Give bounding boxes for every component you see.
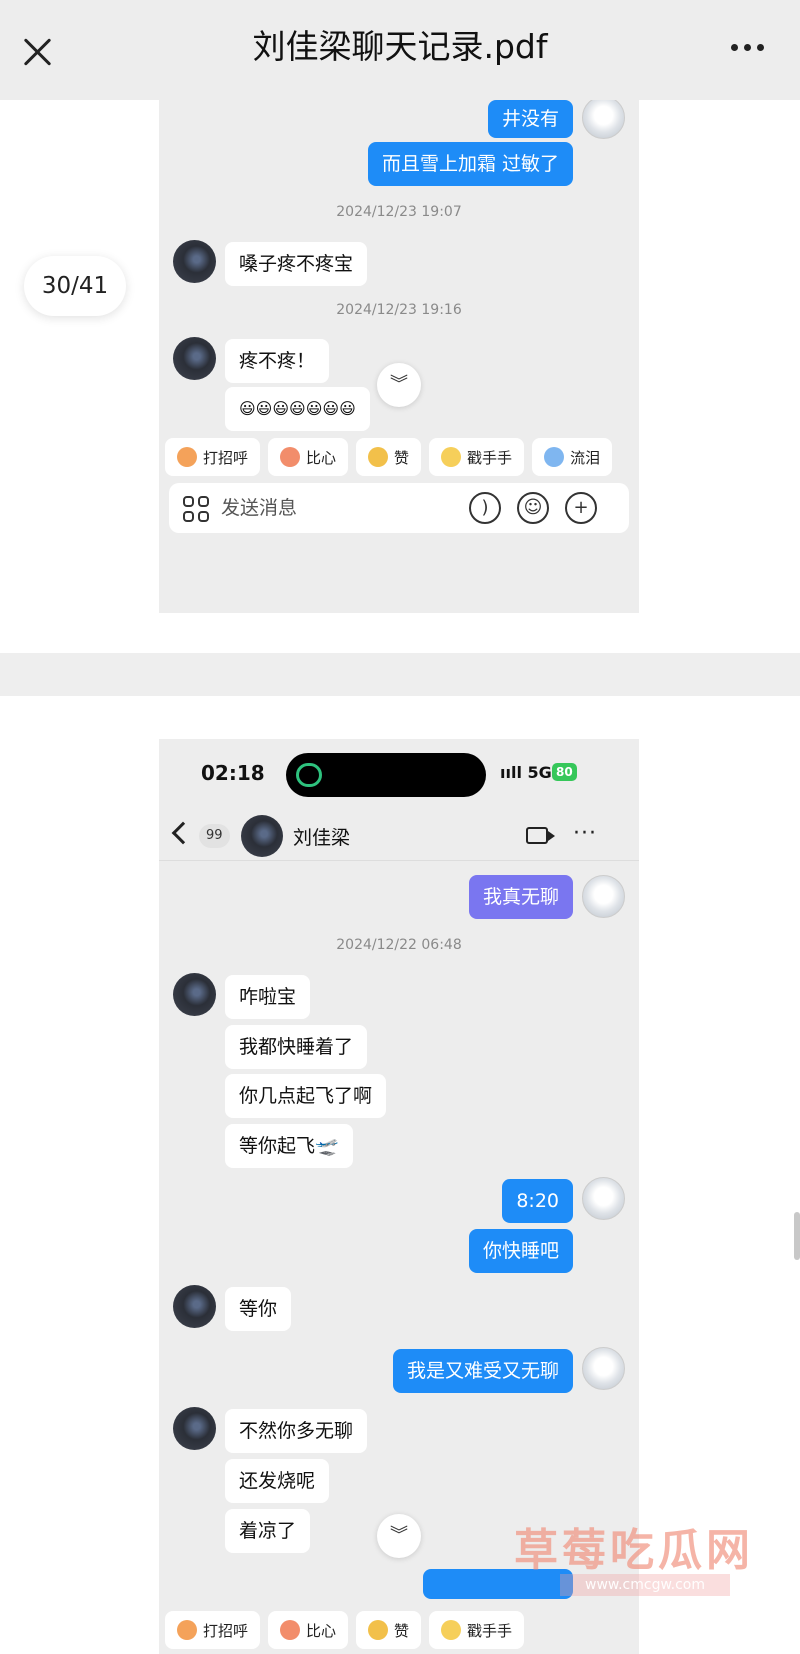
avatar <box>173 1285 216 1328</box>
apps-icon[interactable] <box>183 496 209 522</box>
pdf-page: 井没有 而且雪上加霜 过敏了 2024/12/23 19:07 嗓子疼不疼宝 2… <box>0 100 800 653</box>
thumbs-up-icon <box>368 1620 389 1640</box>
message-bubble-out: 我是又难受又无聊 <box>392 1349 573 1393</box>
heart-hand-icon <box>280 1620 301 1640</box>
quick-reply-bar: 打招呼 比心 赞 戳手手 <box>159 1611 639 1651</box>
thumbs-up-icon <box>368 447 389 467</box>
voice-icon[interactable]: ) <box>469 492 501 524</box>
avatar <box>582 1177 625 1220</box>
plus-icon[interactable]: + <box>565 492 597 524</box>
timestamp: 2024/12/23 19:16 <box>336 302 462 318</box>
message-bubble-out: 而且雪上加霜 过敏了 <box>367 142 573 186</box>
video-call-icon[interactable] <box>526 827 555 844</box>
timestamp: 2024/12/22 06:48 <box>336 937 462 953</box>
quick-reply-chip[interactable]: 戳手手 <box>429 438 525 476</box>
scroll-down-icon[interactable]: ︾ <box>377 1514 421 1558</box>
battery-indicator: 80 <box>552 763 577 781</box>
watermark-text: 草莓吃瓜网 <box>514 1525 754 1576</box>
message-bubble-in: 还发烧呢 <box>225 1459 330 1503</box>
message-bubble-in: 疼不疼！ <box>225 339 330 383</box>
dynamic-island <box>286 753 486 797</box>
message-bubble-in: 等你 <box>225 1287 292 1331</box>
avatar <box>582 100 625 139</box>
message-bubble-in: 我都快睡着了 <box>225 1025 368 1069</box>
pdf-page: 02:18 ııll 5G 80 99 刘佳梁 ··· 我真无聊 2024/12… <box>0 696 800 1654</box>
message-bubble-in: 咋啦宝 <box>225 975 311 1019</box>
avatar <box>173 1407 216 1450</box>
quick-reply-chip[interactable]: 打招呼 <box>165 438 261 476</box>
more-options-icon[interactable] <box>731 44 764 51</box>
message-bubble-out: 你快睡吧 <box>468 1229 573 1273</box>
quick-reply-chip[interactable]: 赞 <box>356 1611 422 1649</box>
unread-count-badge: 99 <box>199 824 230 848</box>
signal-indicator: ııll 5G <box>500 763 552 782</box>
poke-icon <box>441 1620 462 1640</box>
heart-hand-icon <box>280 447 301 467</box>
message-bubble-in: 着凉了 <box>225 1509 311 1553</box>
avatar <box>582 1347 625 1390</box>
more-options-icon[interactable]: ··· <box>573 821 597 846</box>
viewer-topbar: 刘佳梁聊天记录.pdf <box>0 0 800 100</box>
quick-reply-bar: 打招呼 比心 赞 戳手手 流泪 <box>159 438 639 478</box>
tears-icon <box>544 447 565 467</box>
message-input-bar[interactable]: 发送消息 ) ☺ + <box>169 483 629 533</box>
link-icon <box>296 763 322 787</box>
message-bubble-out: 我真无聊 <box>468 875 573 919</box>
quick-reply-chip[interactable]: 戳手手 <box>429 1611 525 1649</box>
poke-icon <box>441 447 462 467</box>
page-indicator: 30/41 <box>24 256 126 316</box>
wave-icon <box>177 447 197 467</box>
phone-status-bar: 02:18 ııll 5G 80 <box>159 739 639 811</box>
avatar <box>173 240 216 283</box>
message-bubble-in: 等你起飞🛫 <box>225 1124 353 1168</box>
status-time: 02:18 <box>201 761 265 785</box>
message-bubble-in: 嗓子疼不疼宝 <box>225 242 368 286</box>
document-title: 刘佳梁聊天记录.pdf <box>252 27 548 66</box>
back-icon[interactable] <box>171 821 195 845</box>
watermark-url: www.cmcgw.com <box>560 1574 730 1596</box>
timestamp: 2024/12/23 19:07 <box>336 204 462 220</box>
message-bubble-in: 不然你多无聊 <box>225 1409 368 1453</box>
quick-reply-chip[interactable]: 赞 <box>356 438 422 476</box>
message-bubble-out: 井没有 <box>487 100 573 138</box>
quick-reply-chip[interactable]: 比心 <box>268 1611 349 1649</box>
emoji-icon[interactable]: ☺ <box>517 492 549 524</box>
contact-name[interactable]: 刘佳梁 <box>293 823 350 850</box>
message-bubble-in: 你几点起飞了啊 <box>225 1074 387 1118</box>
message-bubble-in: 😃😃😃😃😃😃😃 <box>225 387 370 431</box>
quick-reply-chip[interactable]: 流泪 <box>532 438 613 476</box>
chat-screenshot: 井没有 而且雪上加霜 过敏了 2024/12/23 19:07 嗓子疼不疼宝 2… <box>159 100 639 613</box>
viewer-scrollbar[interactable] <box>794 1212 800 1260</box>
message-input-placeholder[interactable]: 发送消息 <box>221 483 297 533</box>
avatar[interactable] <box>241 815 283 857</box>
chat-header: 99 刘佳梁 ··· <box>159 811 639 861</box>
quick-reply-chip[interactable]: 比心 <box>268 438 349 476</box>
message-bubble-out: 8:20 <box>502 1179 573 1223</box>
avatar <box>582 875 625 918</box>
wave-icon <box>177 1620 197 1640</box>
avatar <box>173 337 216 380</box>
quick-reply-chip[interactable]: 打招呼 <box>165 1611 261 1649</box>
avatar <box>173 973 216 1016</box>
scroll-down-icon[interactable]: ︾ <box>377 363 421 407</box>
